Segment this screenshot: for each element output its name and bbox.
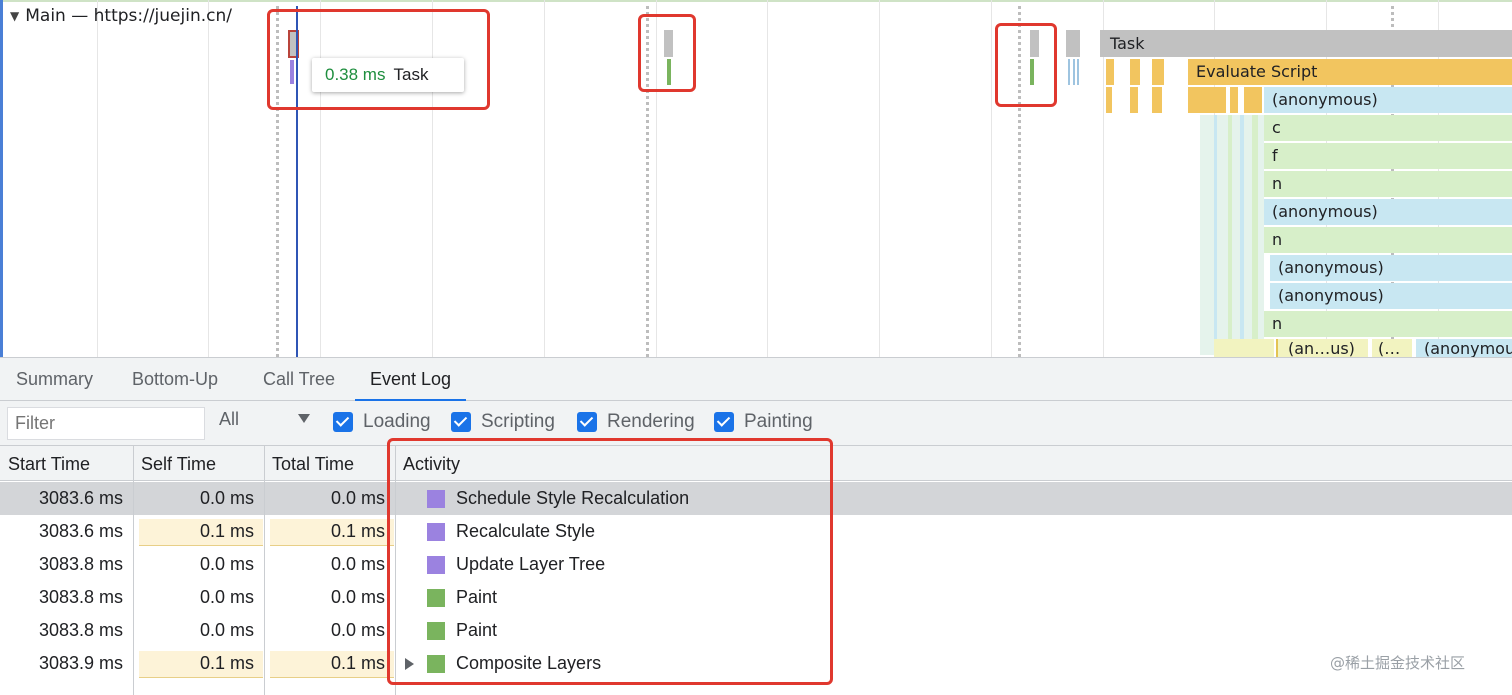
start-time-cell: 3083.6 ms bbox=[38, 521, 123, 541]
start-time-cell: 3083.9 ms bbox=[38, 653, 123, 673]
scripting-block[interactable] bbox=[1106, 59, 1114, 85]
js-frame-label: (… bbox=[1378, 339, 1401, 357]
column-header-self-time[interactable]: Self Time bbox=[133, 446, 264, 481]
js-frame-label: f bbox=[1272, 146, 1278, 165]
start-time-cell: 3083.8 ms bbox=[38, 554, 123, 574]
js-frame-label: (anonymous bbox=[1424, 339, 1512, 357]
scripting-block[interactable] bbox=[1152, 59, 1164, 85]
duration-select[interactable]: All bbox=[219, 409, 239, 430]
highlight-box bbox=[638, 14, 696, 92]
grid-line bbox=[767, 0, 768, 357]
rendering-checkbox[interactable] bbox=[577, 412, 597, 432]
total-time-cell: 0.0 ms bbox=[330, 620, 385, 640]
self-time-cell: 0.1 ms bbox=[199, 521, 254, 541]
column-header-total-time[interactable]: Total Time bbox=[264, 446, 395, 481]
scripting-block bbox=[1130, 87, 1138, 113]
scripting-checkbox[interactable] bbox=[451, 412, 471, 432]
start-time-cell: 3083.8 ms bbox=[38, 587, 123, 607]
js-stack-column bbox=[1214, 115, 1217, 355]
painting-checkbox-label[interactable]: Painting bbox=[744, 411, 813, 433]
js-frame-label: n bbox=[1272, 230, 1283, 249]
column-header-start-time[interactable]: Start Time bbox=[0, 446, 133, 481]
js-stack-column bbox=[1228, 115, 1232, 355]
task-block[interactable] bbox=[1100, 30, 1512, 57]
overview-strip bbox=[0, 0, 1512, 2]
js-frame-label: n bbox=[1272, 174, 1283, 193]
evaluate-script-label: Evaluate Script bbox=[1196, 62, 1318, 81]
total-time-cell: 0.0 ms bbox=[330, 488, 385, 508]
loading-checkbox-label[interactable]: Loading bbox=[363, 411, 431, 433]
js-frame-block[interactable] bbox=[1264, 171, 1512, 197]
js-frame-block[interactable] bbox=[1264, 115, 1512, 141]
grid-line bbox=[208, 0, 209, 357]
js-block bbox=[1073, 59, 1075, 85]
scripting-checkbox-label[interactable]: Scripting bbox=[481, 411, 555, 433]
total-time-cell: 0.1 ms bbox=[330, 521, 385, 541]
grid-line bbox=[991, 0, 992, 357]
js-frame-label: n bbox=[1272, 314, 1283, 333]
js-frame-label: (anonymous) bbox=[1272, 90, 1378, 109]
watermark: @稀土掘金技术社区 bbox=[1330, 654, 1466, 672]
self-time-cell: 0.0 ms bbox=[199, 587, 254, 607]
js-frame-block[interactable] bbox=[1264, 227, 1512, 253]
task-label: Task bbox=[1110, 34, 1145, 53]
scripting-block bbox=[1230, 87, 1238, 113]
js-frame-label: c bbox=[1272, 118, 1281, 137]
js-frame-block bbox=[1214, 339, 1274, 357]
grid-line bbox=[879, 0, 880, 357]
details-tabbar: Summary Bottom-Up Call Tree Event Log bbox=[0, 357, 1512, 401]
tab-summary[interactable]: Summary bbox=[1, 358, 108, 401]
collapse-triangle-icon[interactable]: ▼ bbox=[10, 9, 19, 23]
js-frame-block[interactable] bbox=[1264, 311, 1512, 337]
highlight-box bbox=[267, 9, 490, 110]
highlight-box bbox=[387, 438, 833, 685]
scripting-block bbox=[1152, 87, 1162, 113]
event-log-table: Start Time Self Time Total Time Activity… bbox=[0, 438, 1512, 695]
dropdown-arrow-icon[interactable] bbox=[298, 414, 310, 423]
js-block bbox=[1068, 59, 1070, 85]
scripting-block[interactable] bbox=[1130, 59, 1140, 85]
js-stack-column bbox=[1240, 115, 1244, 355]
grid-line bbox=[544, 0, 545, 357]
js-frame-block[interactable] bbox=[1264, 143, 1512, 169]
tab-call-tree[interactable]: Call Tree bbox=[248, 358, 350, 401]
js-frame-label: (anonymous) bbox=[1272, 202, 1378, 221]
js-block bbox=[1077, 59, 1079, 85]
painting-checkbox[interactable] bbox=[714, 412, 734, 432]
js-frame-label: (anonymous) bbox=[1278, 258, 1384, 277]
self-time-cell: 0.0 ms bbox=[199, 554, 254, 574]
column-divider[interactable] bbox=[264, 446, 265, 695]
highlight-box bbox=[995, 23, 1057, 107]
self-time-cell: 0.1 ms bbox=[199, 653, 254, 673]
rendering-checkbox-label[interactable]: Rendering bbox=[607, 411, 695, 433]
scripting-block bbox=[1106, 87, 1112, 113]
flame-chart[interactable]: ▼ Main — https://juejin.cn/ Task Evaluat… bbox=[0, 0, 1512, 357]
total-time-cell: 0.0 ms bbox=[330, 554, 385, 574]
start-time-cell: 3083.8 ms bbox=[38, 620, 123, 640]
self-time-cell: 0.0 ms bbox=[199, 620, 254, 640]
loading-checkbox[interactable] bbox=[333, 412, 353, 432]
column-divider[interactable] bbox=[133, 446, 134, 695]
main-track-header[interactable]: ▼ Main — https://juejin.cn/ bbox=[10, 6, 232, 26]
tab-bottom-up[interactable]: Bottom-Up bbox=[117, 358, 233, 401]
scripting-block bbox=[1244, 87, 1262, 113]
js-frame-label: (an…us) bbox=[1288, 339, 1355, 357]
self-time-cell: 0.0 ms bbox=[199, 488, 254, 508]
grid-line bbox=[97, 0, 98, 357]
task-block[interactable] bbox=[1066, 30, 1080, 57]
scripting-block bbox=[1188, 87, 1226, 113]
track-title: Main — https://juejin.cn/ bbox=[25, 6, 232, 26]
js-frame-label: (anonymous) bbox=[1278, 286, 1384, 305]
filter-input[interactable] bbox=[7, 407, 205, 440]
track-indicator bbox=[0, 0, 3, 357]
js-stack-column bbox=[1252, 115, 1258, 355]
start-time-cell: 3083.6 ms bbox=[38, 488, 123, 508]
tab-event-log[interactable]: Event Log bbox=[355, 358, 467, 401]
total-time-cell: 0.0 ms bbox=[330, 587, 385, 607]
total-time-cell: 0.1 ms bbox=[330, 653, 385, 673]
